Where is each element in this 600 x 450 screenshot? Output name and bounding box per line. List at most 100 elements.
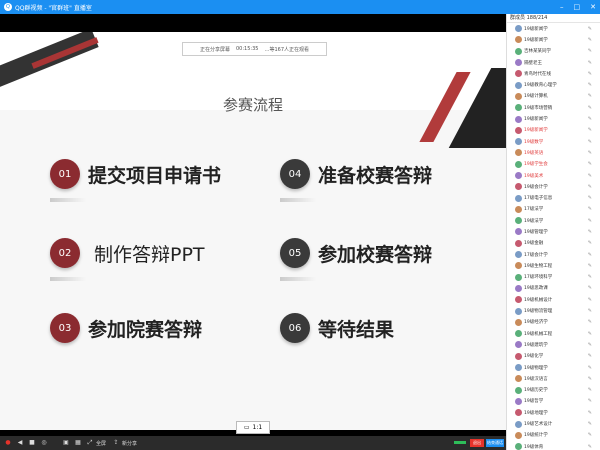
- member-row[interactable]: 19级哲学 ✎: [507, 396, 600, 407]
- mic-status-icon: ✎: [587, 308, 592, 315]
- member-name: 19级地理学: [524, 410, 548, 416]
- member-row[interactable]: 19级学生会 ✎: [507, 159, 600, 170]
- avatar: [515, 330, 522, 338]
- member-row[interactable]: 17级电子信息 ✎: [507, 192, 600, 203]
- share-icon[interactable]: ⇪: [112, 439, 120, 447]
- avatar: [515, 318, 522, 326]
- member-row[interactable]: 19级化学 ✎: [507, 351, 600, 362]
- member-row[interactable]: 19级教育心理学 ✎: [507, 79, 600, 90]
- split-label[interactable]: 新分享: [122, 440, 137, 447]
- member-row[interactable]: 19级金融 ✎: [507, 238, 600, 249]
- member-row[interactable]: 19级经济学 ✎: [507, 317, 600, 328]
- member-row[interactable]: 19级思政课 ✎: [507, 283, 600, 294]
- member-row[interactable]: 青鸟时代在线 ✎: [507, 68, 600, 79]
- avatar: [515, 375, 522, 383]
- share-status-bar: 正在分享屏幕 00:15:35 …等167人正在观看: [182, 42, 327, 56]
- step-shadow: [50, 198, 86, 202]
- member-row[interactable]: 19级体育 ✎: [507, 441, 600, 450]
- step-label: 参加院赛答辩: [88, 318, 203, 341]
- member-name: 19级体育: [524, 444, 544, 450]
- member-row[interactable]: 17级会计学 ✎: [507, 249, 600, 260]
- member-row[interactable]: 19级建筑学 ✎: [507, 339, 600, 350]
- mic-status-icon: ✎: [587, 93, 592, 100]
- step-label: 参加校赛答辩: [318, 243, 433, 266]
- member-name: 19级英语: [524, 150, 544, 156]
- microphone-icon[interactable]: ●: [4, 439, 12, 447]
- member-name: 17级环境科学: [524, 275, 553, 281]
- record-icon[interactable]: ◎: [40, 439, 48, 447]
- member-row[interactable]: 19级英语 ✎: [507, 147, 600, 158]
- member-row[interactable]: 19级生物工程 ✎: [507, 260, 600, 271]
- member-row[interactable]: 19级物流管理 ✎: [507, 305, 600, 316]
- mic-status-icon: ✎: [587, 398, 592, 405]
- avatar: [515, 397, 522, 405]
- mic-status-icon: ✎: [587, 240, 592, 247]
- member-row[interactable]: 19级美术 ✎: [507, 170, 600, 181]
- fullscreen-icon[interactable]: ⤢: [86, 439, 94, 447]
- camera-icon[interactable]: ■: [28, 439, 36, 447]
- mic-status-icon: ✎: [587, 432, 592, 439]
- member-row[interactable]: 19级机械设计 ✎: [507, 294, 600, 305]
- avatar: [515, 149, 522, 157]
- member-row[interactable]: 19级新闻学 ✎: [507, 34, 600, 45]
- member-row[interactable]: 19级历史学 ✎: [507, 385, 600, 396]
- mic-status-icon: ✎: [587, 138, 592, 145]
- member-row[interactable]: 17级环境科学 ✎: [507, 272, 600, 283]
- member-row[interactable]: 19级会计学 ✎: [507, 181, 600, 192]
- member-name: 17级法学: [524, 207, 544, 213]
- member-row[interactable]: 19级地理学 ✎: [507, 407, 600, 418]
- member-row[interactable]: 19级新闻学 ✎: [507, 113, 600, 124]
- page-indicator[interactable]: ▭ 1:1: [236, 421, 270, 434]
- avatar: [515, 239, 522, 247]
- member-row[interactable]: 19级管理学 ✎: [507, 226, 600, 237]
- member-row[interactable]: 19级统计学 ✎: [507, 430, 600, 441]
- member-row[interactable]: 19级新闻学 ✎: [507, 125, 600, 136]
- window-title: QQ群视频 - "官群班" 直播室: [15, 4, 92, 12]
- screen-icon[interactable]: ▣: [62, 439, 70, 447]
- member-row[interactable]: 19级法学 ✎: [507, 215, 600, 226]
- avatar: [515, 70, 522, 78]
- share-time: 00:15:35: [236, 46, 259, 52]
- member-row[interactable]: 19级艺术设计 ✎: [507, 418, 600, 429]
- speaker-icon[interactable]: ◀: [16, 439, 24, 447]
- exit-button[interactable]: 退出: [470, 439, 484, 447]
- member-name: 19级化学: [524, 354, 544, 360]
- mic-status-icon: ✎: [587, 409, 592, 416]
- member-row[interactable]: 19级数学 ✎: [507, 136, 600, 147]
- fullscreen-label[interactable]: 全屏: [96, 440, 106, 447]
- member-row[interactable]: 吉林某某同学 ✎: [507, 46, 600, 57]
- avatar: [515, 386, 522, 394]
- step-label: 提交项目申请书: [88, 164, 222, 187]
- page-icon: ▭: [243, 424, 250, 431]
- avatar: [515, 81, 522, 89]
- avatar: [515, 443, 522, 450]
- member-name: 19级教育心理学: [524, 83, 557, 89]
- member-name: 19级物理学: [524, 365, 548, 371]
- member-name: 19级建筑学: [524, 342, 548, 348]
- minimize-button[interactable]: –: [560, 3, 564, 11]
- step-number: 02: [50, 238, 80, 268]
- member-name: 19级管理学: [524, 229, 548, 235]
- maximize-button[interactable]: □: [574, 3, 581, 11]
- member-row[interactable]: 19级机械工程 ✎: [507, 328, 600, 339]
- member-row[interactable]: 17级法学 ✎: [507, 204, 600, 215]
- member-name: 17级会计学: [524, 252, 548, 258]
- avatar: [515, 251, 522, 259]
- member-row[interactable]: 19级市场营销 ✎: [507, 102, 600, 113]
- close-button[interactable]: ✕: [590, 3, 596, 11]
- screen-share-stage: 正在分享屏幕 00:15:35 …等167人正在观看 参赛流程 01 提交项目申…: [0, 14, 506, 436]
- member-row[interactable]: 19级计算机 ✎: [507, 91, 600, 102]
- avatar: [515, 172, 522, 179]
- mic-status-icon: ✎: [587, 375, 592, 382]
- member-row[interactable]: 19级汉语言 ✎: [507, 373, 600, 384]
- mic-status-icon: ✎: [587, 48, 592, 55]
- member-row[interactable]: 19级新闻学 ✎: [507, 23, 600, 34]
- layout-icon[interactable]: ▦: [74, 439, 82, 447]
- member-row[interactable]: 19级物理学 ✎: [507, 362, 600, 373]
- mic-status-icon: ✎: [587, 285, 592, 292]
- member-row[interactable]: 隔壁老王 ✎: [507, 57, 600, 68]
- avatar: [515, 104, 522, 112]
- end-call-button[interactable]: 结束通话: [486, 439, 504, 447]
- mic-status-icon: ✎: [587, 443, 592, 450]
- member-name: 19级物流管理: [524, 309, 553, 315]
